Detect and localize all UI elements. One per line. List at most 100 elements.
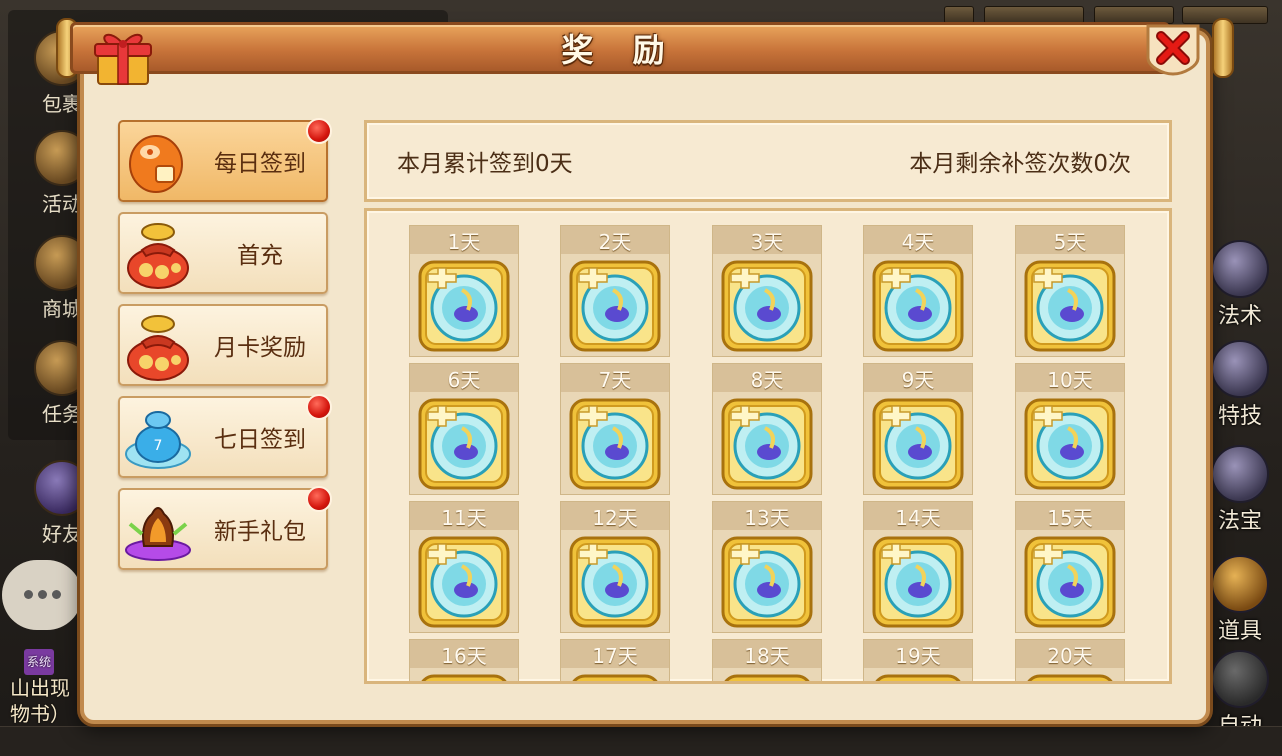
tab-daily-sign-in-label: 每日签到 — [214, 151, 306, 177]
chat-box[interactable]: 系统 山出现 物书） — [10, 645, 90, 735]
dialog-title-bar: 奖 励 — [70, 22, 1170, 74]
tab-first-recharge[interactable]: 首充 — [118, 212, 328, 294]
reward-item-icon[interactable] — [418, 398, 510, 490]
day-label: 16天 — [410, 640, 518, 668]
day-label: 3天 — [713, 226, 821, 254]
reward-item-icon[interactable] — [872, 536, 964, 628]
scroll-cap-right — [1212, 18, 1234, 78]
day-cell[interactable]: 2天 — [560, 225, 670, 357]
tab-monthly-card[interactable]: 月卡奖励 — [118, 304, 328, 386]
reward-item-icon[interactable] — [1024, 674, 1116, 681]
day-cell[interactable]: 5天 — [1015, 225, 1125, 357]
day-label: 18天 — [713, 640, 821, 668]
makeup-remaining-text: 本月剩余补签次数0次 — [909, 151, 1131, 177]
day-cell[interactable]: 17天 — [560, 639, 670, 681]
dialog-title: 奖 励 — [561, 31, 679, 69]
reward-item-icon[interactable] — [418, 536, 510, 628]
day-cell[interactable]: 20天 — [1015, 639, 1125, 681]
tab-newbie-pack[interactable]: 新手礼包 — [118, 486, 332, 570]
skill-icon — [1211, 340, 1269, 398]
notification-badge — [306, 394, 332, 420]
day-label: 7天 — [561, 364, 669, 392]
fire-altar-icon — [125, 507, 191, 561]
reward-item-icon[interactable] — [569, 260, 661, 352]
day-label: 13天 — [713, 502, 821, 530]
spell-icon — [1211, 240, 1269, 298]
day-label: 20天 — [1016, 640, 1124, 668]
tab-newbie-pack-label: 新手礼包 — [214, 519, 306, 545]
sign-in-calendar-grid: 1天 2天 3天 4天 5天 6天 7天 8天 9天 10天 11天 12天 13天 14天 15天 16天 1… — [364, 208, 1172, 684]
money-bag-icon — [127, 223, 189, 289]
day-cell[interactable]: 3天 — [712, 225, 822, 357]
notification-badge — [306, 486, 332, 512]
reward-item-icon[interactable] — [721, 260, 813, 352]
reward-item-icon[interactable] — [569, 536, 661, 628]
hud-items-label: 道具 — [1217, 619, 1262, 644]
day-cell[interactable]: 18天 — [712, 639, 822, 681]
day-cell[interactable]: 7天 — [560, 363, 670, 495]
day-cell[interactable]: 15天 — [1015, 501, 1125, 633]
chat-bubble-icon[interactable] — [2, 560, 82, 630]
chat-system-tag: 系统 — [24, 649, 55, 675]
day-cell[interactable]: 14天 — [863, 501, 973, 633]
day-cell[interactable]: 16天 — [409, 639, 519, 681]
day-cell[interactable]: 13天 — [712, 501, 822, 633]
reward-item-icon[interactable] — [872, 398, 964, 490]
monthly-signed-text: 本月累计签到0天 — [397, 151, 573, 177]
reward-item-icon[interactable] — [569, 398, 661, 490]
day-label: 12天 — [561, 502, 669, 530]
chat-line-2: 物书） — [10, 702, 70, 726]
day-label: 10天 — [1016, 364, 1124, 392]
day-cell[interactable]: 10天 — [1015, 363, 1125, 495]
hud-treasure-button[interactable]: 法宝 — [1204, 445, 1276, 545]
reward-item-icon[interactable] — [872, 260, 964, 352]
tab-monthly-card-label: 月卡奖励 — [214, 335, 306, 361]
reward-item-icon[interactable] — [721, 398, 813, 490]
day-label: 14天 — [864, 502, 972, 530]
day-label: 17天 — [561, 640, 669, 668]
yin-yang-icon — [1211, 445, 1269, 503]
day-cell[interactable]: 9天 — [863, 363, 973, 495]
svg-text:7: 7 — [154, 438, 163, 454]
reward-item-icon[interactable] — [569, 674, 661, 681]
reward-item-icon[interactable] — [872, 674, 964, 681]
reward-item-icon[interactable] — [1024, 398, 1116, 490]
tab-seven-day-sign-in[interactable]: 7 七日签到 — [118, 394, 332, 478]
day-label: 15天 — [1016, 502, 1124, 530]
hud-skill-label: 特技 — [1217, 404, 1262, 429]
hud-skill-button[interactable]: 特技 — [1204, 340, 1276, 440]
day-cell[interactable]: 4天 — [863, 225, 973, 357]
close-button[interactable] — [1144, 24, 1202, 76]
day-cell[interactable]: 1天 — [409, 225, 519, 357]
reward-item-icon[interactable] — [721, 674, 813, 681]
day-label: 8天 — [713, 364, 821, 392]
tab-daily-sign-in[interactable]: 每日签到 — [118, 118, 332, 202]
reward-item-icon[interactable] — [721, 536, 813, 628]
bottom-bar — [0, 726, 1282, 756]
tab-first-recharge-label: 首充 — [237, 243, 283, 269]
reward-item-icon[interactable] — [418, 260, 510, 352]
day-cell[interactable]: 12天 — [560, 501, 670, 633]
tab-seven-day-sign-in-label: 七日签到 — [214, 427, 306, 453]
day-cell[interactable]: 6天 — [409, 363, 519, 495]
day-label: 6天 — [410, 364, 518, 392]
hud-treasure-label: 法宝 — [1217, 509, 1262, 534]
notification-badge — [306, 118, 332, 144]
chat-line-1: 山出现 — [10, 676, 70, 700]
day-cell[interactable]: 19天 — [863, 639, 973, 681]
hud-spell-button[interactable]: 法术 — [1204, 240, 1276, 340]
day-label: 1天 — [410, 226, 518, 254]
day-cell[interactable]: 11天 — [409, 501, 519, 633]
day-cell[interactable]: 8天 — [712, 363, 822, 495]
hud-spell-label: 法术 — [1217, 304, 1262, 329]
reward-item-icon[interactable] — [1024, 536, 1116, 628]
auto-icon — [1211, 650, 1269, 708]
day-label: 11天 — [410, 502, 518, 530]
reward-item-icon[interactable] — [1024, 260, 1116, 352]
reward-item-icon[interactable] — [418, 674, 510, 681]
hud-items-button[interactable]: 道具 — [1204, 555, 1276, 655]
gift-box-icon — [94, 33, 152, 85]
day-label: 19天 — [864, 640, 972, 668]
day-label: 5天 — [1016, 226, 1124, 254]
blue-bag-icon: 7 — [125, 411, 191, 469]
